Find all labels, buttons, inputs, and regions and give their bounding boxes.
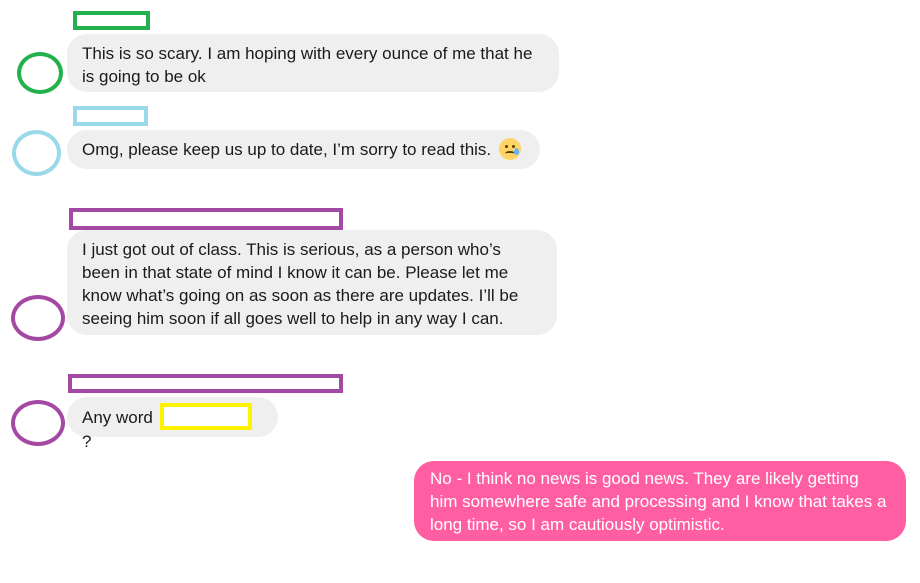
message-text: Any word (82, 408, 153, 427)
message-bubble: Omg, please keep us up to date, I’m sorr… (67, 130, 540, 169)
outgoing-message-bubble: No - I think no news is good news. They … (414, 461, 906, 541)
message-bubble: Any word ? (67, 397, 278, 451)
redacted-name (159, 403, 252, 431)
sad-tear-emoji-icon (498, 138, 521, 161)
message-bubble: I just got out of class. This is serious… (67, 230, 557, 335)
message-text: I just got out of class. This is serious… (82, 240, 519, 328)
sender-name-redacted (69, 208, 343, 230)
avatar-redacted (17, 52, 63, 94)
message-text: This is so scary. I am hoping with every… (82, 44, 533, 86)
avatar-redacted (11, 295, 65, 341)
message-text: Omg, please keep us up to date, I’m sorr… (82, 140, 492, 159)
message-text: No - I think no news is good news. They … (430, 469, 887, 534)
avatar-redacted (11, 400, 65, 446)
message-text-end: ? (82, 432, 92, 452)
message-bubble: This is so scary. I am hoping with every… (67, 34, 559, 92)
avatar-redacted (12, 130, 61, 176)
sender-name-redacted (73, 11, 150, 30)
sender-name-redacted (73, 106, 148, 126)
sender-name-redacted (68, 374, 343, 393)
